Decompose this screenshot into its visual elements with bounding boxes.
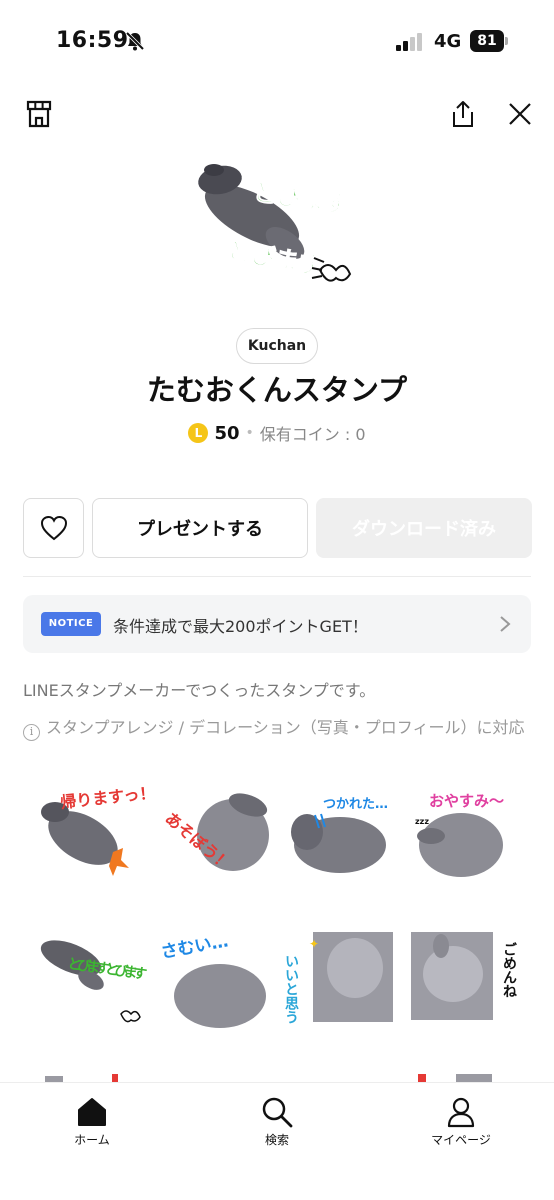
sticker-item[interactable]: あそぼう！: [158, 780, 278, 900]
nav-mypage[interactable]: マイページ: [406, 1095, 516, 1148]
nav-home-label: ホーム: [74, 1133, 110, 1147]
notice-badge: NOTICE: [41, 612, 101, 636]
sticker-caption: いいと思う: [285, 954, 299, 1024]
heart-icon: [40, 515, 67, 541]
sticker-item[interactable]: zzz おやすみ〜: [411, 780, 531, 900]
battery-icon: 81: [470, 30, 508, 52]
battery-level: 81: [470, 30, 504, 52]
sticker-caption: とびますとびます: [66, 956, 147, 983]
separator-dot: •: [245, 425, 254, 441]
svg-text:✦: ✦: [309, 937, 319, 951]
sticker-caption: ごめんね: [501, 941, 517, 998]
close-icon[interactable]: [503, 97, 537, 131]
owned-coins: 保有コイン : 0: [259, 425, 366, 444]
line-coin-icon: L: [188, 423, 209, 443]
share-icon[interactable]: [446, 97, 480, 131]
nav-home[interactable]: ホーム: [37, 1095, 147, 1148]
sticker-caption: おやすみ〜: [429, 792, 504, 810]
network-label: 4G: [434, 31, 462, 52]
feature-note: i スタンプアレンジ / デコレーション（写真・プロフィール）に対応: [23, 717, 533, 741]
sticker-item[interactable]: とびますとびます: [33, 928, 153, 1048]
info-icon: i: [23, 724, 40, 741]
sticker-caption: 帰りますっ！: [59, 783, 153, 812]
sticker-item[interactable]: いいと思う ✦: [283, 928, 405, 1048]
sticker-item[interactable]: 帰りますっ！: [33, 780, 156, 900]
gift-button[interactable]: プレゼントする: [92, 498, 308, 558]
sticker-item[interactable]: つかれた…: [285, 780, 405, 900]
notice-text: 条件達成で最大200ポイントGET！: [113, 617, 368, 636]
feature-note-text: スタンプアレンジ / デコレーション（写真・プロフィール）に対応: [46, 718, 525, 737]
nav-search[interactable]: 検索: [222, 1095, 332, 1148]
sticker-caption: つかれた…: [323, 797, 388, 812]
signal-icon: [396, 33, 422, 51]
person-icon: [447, 1097, 475, 1128]
nav-mypage-label: マイページ: [431, 1133, 491, 1147]
price-value: 50: [214, 422, 240, 444]
sticker-item[interactable]: ごめんね: [411, 928, 531, 1048]
svg-text:zzz: zzz: [415, 817, 429, 826]
price-row: L 50 • 保有コイン : 0: [0, 420, 554, 446]
home-icon: [78, 1098, 106, 1126]
nav-search-label: 検索: [264, 1133, 289, 1147]
status-time: 16:59: [56, 28, 129, 53]
search-icon: [262, 1097, 293, 1128]
favorite-button[interactable]: [23, 498, 84, 558]
chevron-right-icon: [500, 616, 511, 632]
status-bar: 16:59 4G 81: [0, 0, 554, 84]
sticker-caption: さむい…: [159, 931, 229, 963]
divider: [23, 576, 531, 577]
main-sticker-image: とびます とびます: [198, 164, 352, 282]
download-button: ダウンロード済み: [316, 498, 532, 558]
pack-title: たむおくんスタンプ: [146, 373, 408, 407]
notice-banner[interactable]: NOTICE 条件達成で最大200ポイントGET！: [23, 595, 531, 653]
shop-icon[interactable]: [22, 97, 56, 131]
pack-description: LINEスタンプメーカーでつくったスタンプです。: [23, 681, 376, 700]
bell-muted-icon: [125, 31, 145, 51]
bottom-nav: ホーム 検索 マイページ: [0, 1082, 554, 1200]
sticker-item[interactable]: さむい…: [158, 928, 278, 1048]
author-chip[interactable]: Kuchan: [236, 328, 318, 364]
